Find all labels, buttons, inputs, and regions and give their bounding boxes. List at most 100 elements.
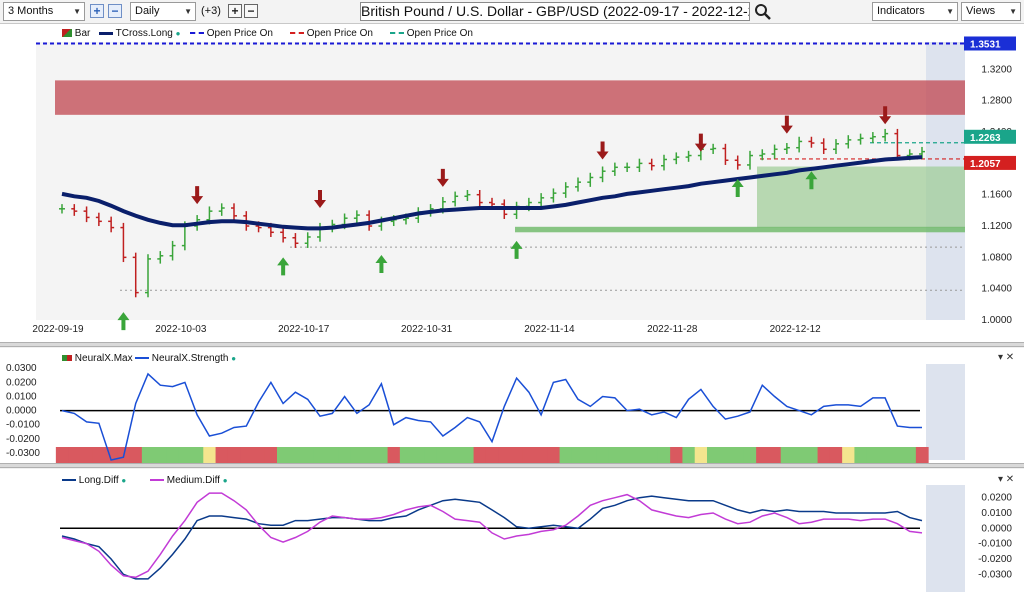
- future-region: [926, 485, 965, 592]
- neuralx-max-cell: [289, 447, 303, 463]
- diff-y-tick-label: -0.0300: [978, 569, 1012, 580]
- legend-bar: Bar: [62, 28, 90, 39]
- neuralx-max-cell: [313, 447, 327, 463]
- neuralx-max-cell: [768, 447, 782, 463]
- neuralx-max-cell: [80, 447, 94, 463]
- neuralx-max-cell: [743, 447, 757, 463]
- neural-y-tick-label: 0.0000: [6, 406, 37, 417]
- settings-dot-icon[interactable]: ●: [176, 29, 181, 38]
- neuralx-max-cell: [166, 447, 180, 463]
- price-y-tick-label: 1.0800: [981, 252, 1012, 263]
- neuralx-max-cell: [682, 447, 696, 463]
- legend-open-price-red: Open Price On: [290, 28, 373, 39]
- future-region: [926, 364, 965, 460]
- price-label-text: 1.2263: [970, 133, 1001, 144]
- legend-label: TCross.Long: [115, 28, 173, 39]
- legend-open-price-green: Open Price On: [390, 28, 473, 39]
- settings-dot-icon[interactable]: ●: [231, 354, 236, 363]
- neuralx-max-cell: [571, 447, 585, 463]
- neural-pane-background: [0, 348, 1024, 463]
- line-swatch-icon: [135, 357, 149, 360]
- neuralx-max-cell: [707, 447, 720, 463]
- price-label-text: 1.3531: [970, 39, 1001, 50]
- resistance-zone: [55, 80, 965, 115]
- neuralx-max-cell: [387, 447, 401, 463]
- neuralx-max-cell: [436, 447, 450, 463]
- price-y-tick-label: 1.1200: [981, 221, 1012, 232]
- neuralx-max-cell: [363, 447, 376, 463]
- legend-label: Medium.Diff: [166, 475, 220, 486]
- pane-separator[interactable]: [0, 463, 1024, 468]
- neuralx-max-cell: [756, 447, 769, 463]
- neuralx-max-cell: [473, 447, 487, 463]
- neuralx-max-cell: [399, 447, 413, 463]
- line-swatch-icon: [150, 479, 164, 482]
- pane-separator[interactable]: [0, 342, 1024, 347]
- date-x-tick-label: 2022-11-14: [524, 324, 575, 335]
- diff-y-tick-label: 0.0200: [981, 493, 1012, 504]
- neuralx-max-cell: [350, 447, 364, 463]
- neuralx-max-cell: [461, 447, 475, 463]
- neural-y-tick-label: 0.0100: [6, 391, 37, 402]
- neuralx-max-cell: [424, 447, 438, 463]
- neuralx-max-cell: [264, 447, 278, 463]
- legend-label: NeuralX.Max: [74, 353, 133, 364]
- neuralx-max-cell: [866, 447, 880, 463]
- bar-swatch-icon: [62, 355, 72, 362]
- neuralx-max-cell: [596, 447, 610, 463]
- pane-collapse-icon[interactable]: ▾ ✕: [998, 474, 1014, 485]
- legend-label: Open Price On: [306, 28, 373, 39]
- pane-collapse-icon[interactable]: ▾ ✕: [998, 352, 1014, 363]
- diff-y-tick-label: 0.0100: [981, 508, 1012, 519]
- neuralx-max-cell: [645, 447, 659, 463]
- legend-label: Bar: [74, 28, 91, 39]
- neuralx-max-cell: [92, 447, 106, 463]
- bar-swatch-icon: [62, 29, 72, 38]
- neuralx-max-cell: [559, 447, 573, 463]
- settings-dot-icon[interactable]: ●: [223, 476, 228, 485]
- line-swatch-icon: [99, 31, 113, 35]
- neuralx-max-cell: [780, 447, 794, 463]
- neuralx-max-cell: [55, 447, 69, 463]
- neuralx-max-cell: [252, 447, 266, 463]
- price-label-text: 1.2057: [970, 159, 1001, 170]
- neuralx-max-cell: [240, 447, 253, 463]
- neuralx-max-cell: [203, 447, 217, 463]
- neuralx-max-cell: [510, 447, 524, 463]
- settings-dot-icon[interactable]: ●: [121, 476, 126, 485]
- diff-y-tick-label: 0.0000: [981, 523, 1012, 534]
- date-x-tick-label: 2022-10-31: [401, 324, 453, 335]
- date-x-tick-label: 2022-09-19: [32, 324, 84, 335]
- neuralx-max-cell: [547, 447, 561, 463]
- neuralx-max-cell: [694, 447, 708, 463]
- neuralx-max-cell: [326, 447, 339, 463]
- neuralx-max-cell: [584, 447, 597, 463]
- legend-neuralx-max: NeuralX.Max: [62, 353, 133, 364]
- neuralx-max-cell: [608, 447, 622, 463]
- chart-canvas[interactable]: 1.32001.28001.24001.20001.16001.12001.08…: [0, 0, 1024, 592]
- neuralx-max-cell: [412, 447, 425, 463]
- legend-label: Open Price On: [206, 28, 273, 39]
- neuralx-max-cell: [375, 447, 389, 463]
- date-x-tick-label: 2022-10-17: [278, 324, 330, 335]
- neuralx-max-cell: [879, 447, 892, 463]
- neuralx-max-cell: [191, 447, 204, 463]
- neuralx-max-cell: [854, 447, 868, 463]
- legend-long-diff: Long.Diff ●: [62, 475, 126, 486]
- neuralx-max-cell: [535, 447, 548, 463]
- date-x-tick-label: 2022-12-12: [770, 324, 822, 335]
- neuralx-max-cell: [449, 447, 462, 463]
- neuralx-max-cell: [915, 447, 929, 463]
- neuralx-max-cell: [154, 447, 167, 463]
- neural-y-tick-label: 0.0200: [6, 377, 37, 388]
- legend-label: Long.Diff: [78, 475, 119, 486]
- neuralx-max-cell: [793, 447, 806, 463]
- neuralx-max-cell: [178, 447, 192, 463]
- neuralx-max-cell: [141, 447, 155, 463]
- neural-y-tick-label: -0.0100: [6, 420, 40, 431]
- neuralx-max-cell: [277, 447, 290, 463]
- neuralx-max-cell: [498, 447, 511, 463]
- price-y-tick-label: 1.1600: [981, 190, 1012, 201]
- neuralx-max-cell: [719, 447, 733, 463]
- price-y-tick-label: 1.0400: [981, 284, 1012, 295]
